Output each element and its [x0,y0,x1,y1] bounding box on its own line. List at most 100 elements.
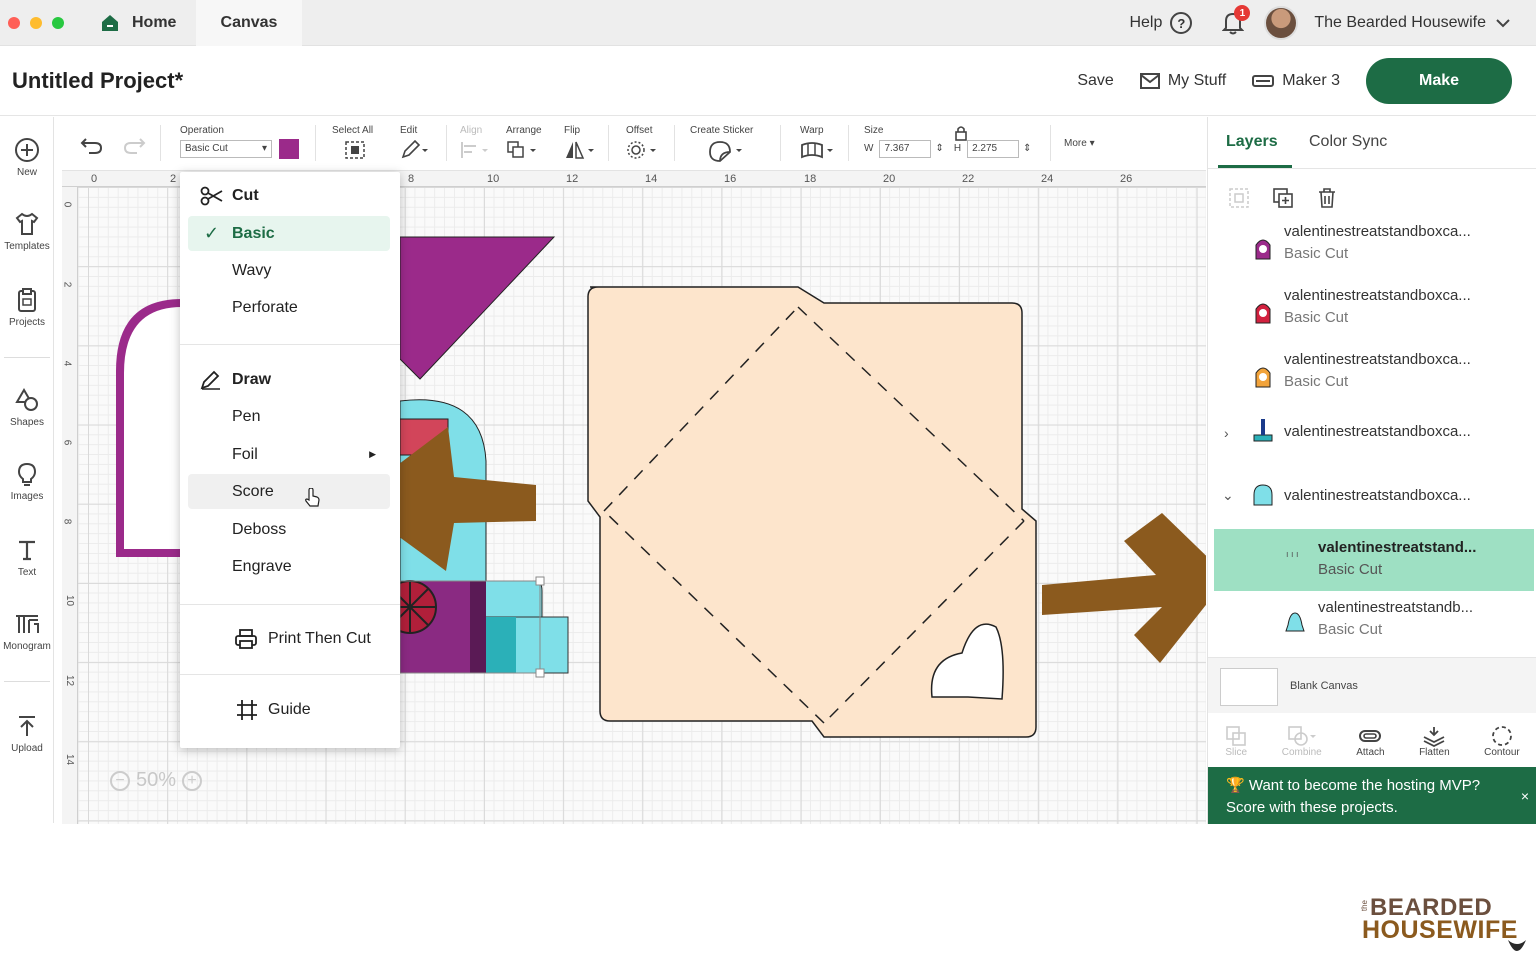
width-input[interactable]: 7.367 [879,140,932,158]
flip-button[interactable]: Flip [564,125,596,163]
chevron-right-icon[interactable]: › [1224,425,1229,441]
sidebar-item-text[interactable]: Text [0,537,54,578]
menu-item-print-then-cut[interactable]: Print Then Cut [188,621,390,656]
monogram-icon [16,615,39,633]
combine-button[interactable]: Combine [1282,725,1322,758]
menu-item-perforate[interactable]: Perforate [188,290,390,325]
sidebar-item-monogram[interactable]: Monogram [0,611,54,652]
chevron-down-icon[interactable]: ⌄ [1222,487,1234,504]
my-stuff-label: My Stuff [1167,72,1227,89]
menu-item-foil[interactable]: Foil ▶ [188,437,390,472]
minimize-window-button[interactable] [30,17,42,29]
selection-handle[interactable] [535,576,545,586]
sidebar-item-upload[interactable]: Upload [0,713,54,754]
offset-button[interactable]: Offset [626,125,658,163]
flatten-button[interactable]: Flatten [1419,725,1450,758]
group-icon[interactable] [1228,187,1250,209]
attach-button[interactable]: Attach [1356,725,1385,758]
height-input[interactable]: 2.275 [967,140,1020,158]
brand-the: the [1360,900,1369,912]
redo-icon[interactable] [122,135,146,155]
create-sticker-button[interactable]: Create Sticker [690,125,753,165]
make-button[interactable]: Make [1366,58,1512,104]
menu-item-wavy[interactable]: Wavy [188,253,390,288]
layer-item[interactable]: valentinestreatstandboxca... Basic Cut [1214,349,1534,409]
zoom-out-button[interactable]: − [110,770,130,791]
edit-button[interactable]: Edit [400,125,430,163]
lock-icon[interactable] [954,125,968,141]
tab-color-sync[interactable]: Color Sync [1309,133,1387,151]
tab-home[interactable]: Home [100,0,195,46]
menu-item-print-then-cut-label: Print Then Cut [268,629,371,647]
panel-tabs: Layers Color Sync [1208,117,1536,169]
machine-button[interactable]: Maker 3 [1252,72,1340,90]
selection-handle[interactable] [535,668,545,678]
sidebar-item-shapes[interactable]: Shapes [0,387,54,428]
menu-item-deboss[interactable]: Deboss [188,512,390,547]
height-stepper[interactable]: ⇕ [1023,143,1031,154]
align-icon [461,142,488,158]
operation-color-swatch[interactable] [278,139,299,159]
tab-canvas[interactable]: Canvas [196,0,302,46]
my-stuff-button[interactable]: My Stuff [1139,72,1227,90]
operation-dropdown-menu: Cut ✓ Basic Wavy Perforate Draw Pen Foil… [180,172,400,748]
menu-item-guide[interactable]: Guide [188,692,390,727]
sidebar-item-new[interactable]: New [0,137,54,178]
help-button[interactable]: Help ? [1129,12,1193,34]
arrange-label: Arrange [506,125,542,136]
close-icon[interactable]: × [1521,785,1529,807]
menu-item-score[interactable]: Score [188,474,390,509]
more-button[interactable]: More ▾ [1064,138,1095,149]
operation-select[interactable]: Basic Cut ▾ [180,140,272,158]
tab-canvas-label: Canvas [220,14,278,31]
warp-icon [801,142,833,159]
blank-canvas-row[interactable]: Blank Canvas [1208,657,1536,713]
save-button[interactable]: Save [1077,72,1113,90]
width-stepper[interactable]: ⇕ [935,143,943,154]
layer-operation: Basic Cut [1284,373,1349,390]
tab-layers[interactable]: Layers [1226,133,1278,151]
menu-item-pen[interactable]: Pen [188,399,390,434]
chevron-down-icon [1496,19,1510,28]
layer-actions [1208,177,1536,219]
menu-divider [180,674,400,675]
layer-item[interactable]: valentinestreatstandboxca... Basic Cut [1214,285,1534,345]
notifications-button[interactable]: 1 [1221,5,1251,35]
user-menu-button[interactable]: The Bearded Housewife [1314,14,1510,32]
layer-thumbnail-icon [1285,612,1305,632]
warp-button[interactable]: Warp [800,125,836,163]
layer-item[interactable]: valentinestreatstandb... Basic Cut [1214,595,1534,655]
layer-item-selected[interactable]: ı ı ı valentinestreatstand... Basic Cut [1214,529,1534,591]
menu-item-engrave[interactable]: Engrave [188,549,390,584]
undo-icon[interactable] [80,135,104,155]
lightbulb-icon [17,462,37,486]
help-label: Help [1129,14,1163,31]
triangle-shape[interactable] [399,236,556,380]
blank-canvas-swatch[interactable] [1220,668,1278,706]
menu-item-deboss-label: Deboss [232,520,287,538]
height-label: H [953,143,962,154]
duplicate-icon[interactable] [1272,187,1294,209]
close-window-button[interactable] [8,17,20,29]
toolbar-divider [315,125,316,161]
slice-button[interactable]: Slice [1225,725,1247,758]
layer-item[interactable]: valentinestreatstandboxca... Basic Cut [1214,221,1534,281]
sidebar-item-images[interactable]: Images [0,461,54,502]
avatar[interactable] [1264,6,1299,40]
menu-item-basic[interactable]: ✓ Basic [188,216,390,251]
sidebar-item-templates[interactable]: Templates [0,211,54,252]
maximize-window-button[interactable] [52,17,64,29]
layer-group[interactable]: › valentinestreatstandboxca... [1214,413,1534,473]
arrange-button[interactable]: Arrange [506,125,542,163]
layer-operation: Basic Cut [1318,621,1383,638]
align-button[interactable]: Align [460,125,490,163]
trash-icon[interactable] [1316,187,1338,209]
save-label: Save [1077,72,1114,89]
layers-panel: Layers Color Sync valentinestreatstandbo… [1207,117,1536,824]
layer-group[interactable]: ⌄ valentinestreatstandboxca... [1214,477,1534,537]
zoom-in-button[interactable]: + [182,770,203,791]
contour-button[interactable]: Contour [1484,725,1520,758]
sidebar-item-projects[interactable]: Projects [0,287,54,328]
select-all-button[interactable]: Select All [332,125,373,163]
promo-banner[interactable]: 🏆 Want to become the hosting MVP? Score … [1208,767,1536,824]
